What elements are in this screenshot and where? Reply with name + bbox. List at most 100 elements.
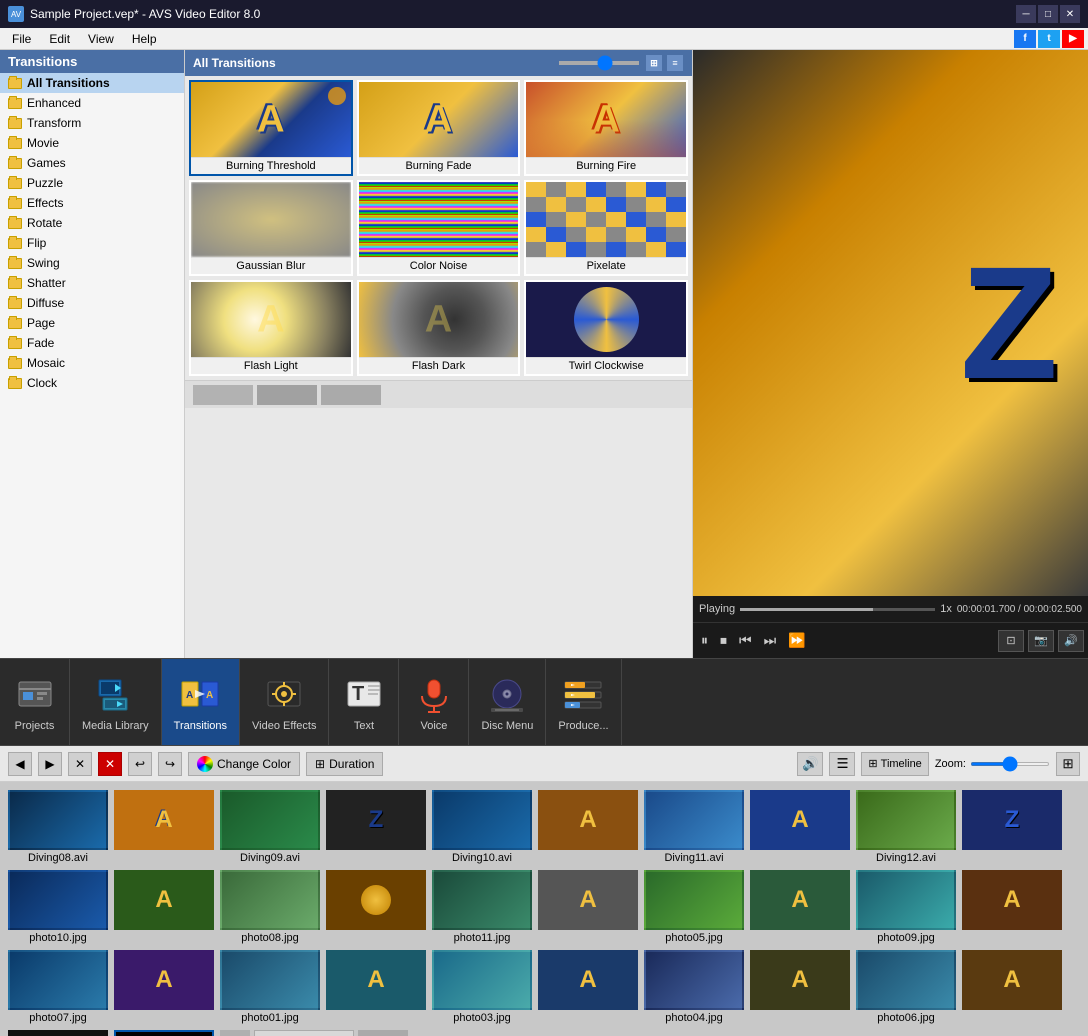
playback-progress-bar[interactable] bbox=[740, 608, 935, 611]
media-item-trans-4[interactable]: A bbox=[750, 790, 850, 852]
transition-item-twirl-clockwise[interactable]: Twirl Clockwise bbox=[524, 280, 688, 376]
media-item-diving08[interactable]: Diving08.avi bbox=[8, 790, 108, 864]
title-bar-controls[interactable]: ─ □ ✕ bbox=[1016, 5, 1080, 23]
snapshot-button[interactable]: 📷 bbox=[1028, 630, 1054, 652]
media-item-trans-11[interactable]: A bbox=[114, 950, 214, 1012]
grid-view-button[interactable]: ⊞ bbox=[645, 54, 663, 72]
media-item-photo10[interactable]: photo10.jpg bbox=[8, 870, 108, 944]
sidebar-item-games[interactable]: Games bbox=[0, 153, 184, 173]
nav-cancel-button[interactable]: ✕ bbox=[68, 752, 92, 776]
minimize-button[interactable]: ─ bbox=[1016, 5, 1036, 23]
sidebar-item-movie[interactable]: Movie bbox=[0, 133, 184, 153]
media-item-diving11[interactable]: Diving11.avi bbox=[644, 790, 744, 864]
skip-forward-button[interactable]: ⏭ bbox=[760, 630, 781, 651]
menu-view[interactable]: View bbox=[80, 30, 122, 48]
media-item-photo06[interactable]: photo06.jpg bbox=[856, 950, 956, 1024]
media-item-photo08[interactable]: photo08.jpg bbox=[220, 870, 320, 944]
change-color-button[interactable]: Change Color bbox=[188, 752, 300, 776]
nav-redo-button[interactable]: ↪ bbox=[158, 752, 182, 776]
media-item-photo01[interactable]: photo01.jpg bbox=[220, 950, 320, 1024]
nav-stop-button[interactable]: ✕ bbox=[98, 752, 122, 776]
media-item-photo02[interactable]: photo02.jpg bbox=[8, 1030, 108, 1036]
menu-file[interactable]: File bbox=[4, 30, 39, 48]
media-item-trans-10[interactable]: A bbox=[962, 870, 1062, 932]
list-view-button[interactable]: ≡ bbox=[666, 54, 684, 72]
sidebar-item-diffuse[interactable]: Diffuse bbox=[0, 293, 184, 313]
media-item-trans-12[interactable]: A bbox=[326, 950, 426, 1012]
size-slider[interactable] bbox=[559, 61, 639, 65]
media-item-diving09[interactable]: Diving09.avi bbox=[220, 790, 320, 864]
pause-button[interactable]: ⏸ bbox=[697, 630, 712, 651]
transition-item-flash-dark[interactable]: A Flash Dark bbox=[357, 280, 521, 376]
menu-help[interactable]: Help bbox=[124, 30, 165, 48]
skip-back-button[interactable]: ⏮ bbox=[735, 630, 756, 651]
zoom-slider[interactable] bbox=[970, 762, 1050, 766]
sidebar-item-page[interactable]: Page bbox=[0, 313, 184, 333]
transition-item-burning-fire[interactable]: A Burning Fire bbox=[524, 80, 688, 176]
toolbar-item-text[interactable]: T Text bbox=[329, 659, 399, 745]
transition-item-gaussian-blur[interactable]: Gaussian Blur bbox=[189, 180, 353, 276]
media-item-trans-5[interactable]: Z bbox=[962, 790, 1062, 852]
media-item-trans-9[interactable]: A bbox=[750, 870, 850, 932]
nav-undo-button[interactable]: ↩ bbox=[128, 752, 152, 776]
sidebar-item-clock[interactable]: Clock bbox=[0, 373, 184, 393]
toolbar-item-projects[interactable]: Projects bbox=[0, 659, 70, 745]
media-item-trans-13[interactable]: A bbox=[538, 950, 638, 1012]
media-item-selected-black[interactable]: (0, 0, 0) bbox=[114, 1030, 214, 1036]
menu-edit[interactable]: Edit bbox=[41, 30, 78, 48]
toolbar-item-disc-menu[interactable]: Disc Menu bbox=[469, 659, 546, 745]
transition-item-burning-fade[interactable]: A Burning Fade bbox=[357, 80, 521, 176]
media-item-photo05[interactable]: photo05.jpg bbox=[644, 870, 744, 944]
sidebar-item-swing[interactable]: Swing bbox=[0, 253, 184, 273]
toolbar-item-produce[interactable]: Produce... bbox=[546, 659, 621, 745]
sidebar-item-effects[interactable]: Effects bbox=[0, 193, 184, 213]
media-item-trans-7[interactable] bbox=[326, 870, 426, 932]
twitter-button[interactable]: t bbox=[1038, 30, 1060, 48]
duration-button[interactable]: ⊞ Duration bbox=[306, 752, 383, 776]
volume-button[interactable]: 🔊 bbox=[1058, 630, 1084, 652]
fast-forward-button[interactable]: ⏩ bbox=[784, 630, 809, 651]
media-item-trans-15[interactable]: A bbox=[962, 950, 1062, 1012]
sidebar-item-rotate[interactable]: Rotate bbox=[0, 213, 184, 233]
transition-item-color-noise[interactable]: Color Noise bbox=[357, 180, 521, 276]
youtube-button[interactable]: ▶ bbox=[1062, 30, 1084, 48]
transition-item-flash-light[interactable]: A Flash Light bbox=[189, 280, 353, 376]
close-button[interactable]: ✕ bbox=[1060, 5, 1080, 23]
nav-forward-button[interactable]: ▶ bbox=[38, 752, 62, 776]
nav-back-button[interactable]: ◀ bbox=[8, 752, 32, 776]
media-item-trans-1[interactable]: A bbox=[114, 790, 214, 852]
media-item-photo03[interactable]: photo03.jpg bbox=[432, 950, 532, 1024]
sidebar-item-fade[interactable]: Fade bbox=[0, 333, 184, 353]
maximize-button[interactable]: □ bbox=[1038, 5, 1058, 23]
list-view-timeline-button[interactable]: ☰ bbox=[829, 752, 855, 776]
toolbar-item-voice[interactable]: Voice bbox=[399, 659, 469, 745]
sidebar-item-enhanced[interactable]: Enhanced bbox=[0, 93, 184, 113]
drop-zone[interactable]: Drag media items here. bbox=[254, 1030, 354, 1036]
media-item-photo11[interactable]: photo11.jpg bbox=[432, 870, 532, 944]
media-item-trans-2[interactable]: Z bbox=[326, 790, 426, 852]
media-item-diving10[interactable]: Diving10.avi bbox=[432, 790, 532, 864]
facebook-button[interactable]: f bbox=[1014, 30, 1036, 48]
fullscreen-button[interactable]: ⊡ bbox=[998, 630, 1024, 652]
toolbar-item-media-library[interactable]: Media Library bbox=[70, 659, 162, 745]
media-item-trans-6[interactable]: A bbox=[114, 870, 214, 932]
timeline-mode-button[interactable]: ⊞ Timeline bbox=[861, 752, 928, 776]
sidebar-item-mosaic[interactable]: Mosaic bbox=[0, 353, 184, 373]
sidebar-item-flip[interactable]: Flip bbox=[0, 233, 184, 253]
transition-item-burning-threshold[interactable]: A Burning Threshold bbox=[189, 80, 353, 176]
media-item-photo09[interactable]: photo09.jpg bbox=[856, 870, 956, 944]
sidebar-item-transform[interactable]: Transform bbox=[0, 113, 184, 133]
stop-button[interactable]: ⏹ bbox=[716, 630, 731, 651]
sidebar-item-all-transitions[interactable]: All Transitions bbox=[0, 73, 184, 93]
media-item-trans-14[interactable]: A bbox=[750, 950, 850, 1012]
media-item-trans-3[interactable]: A bbox=[538, 790, 638, 852]
transition-item-pixelate[interactable]: Pixelate bbox=[524, 180, 688, 276]
volume-icon-button[interactable]: 🔊 bbox=[797, 752, 823, 776]
media-item-diving12[interactable]: Diving12.avi bbox=[856, 790, 956, 864]
zoom-expand-button[interactable]: ⊞ bbox=[1056, 752, 1080, 776]
media-item-trans-8[interactable]: A bbox=[538, 870, 638, 932]
toolbar-item-transitions[interactable]: A A Transitions bbox=[162, 659, 240, 745]
toolbar-item-video-effects[interactable]: Video Effects bbox=[240, 659, 329, 745]
media-item-photo07[interactable]: photo07.jpg bbox=[8, 950, 108, 1024]
media-item-photo04[interactable]: photo04.jpg bbox=[644, 950, 744, 1024]
